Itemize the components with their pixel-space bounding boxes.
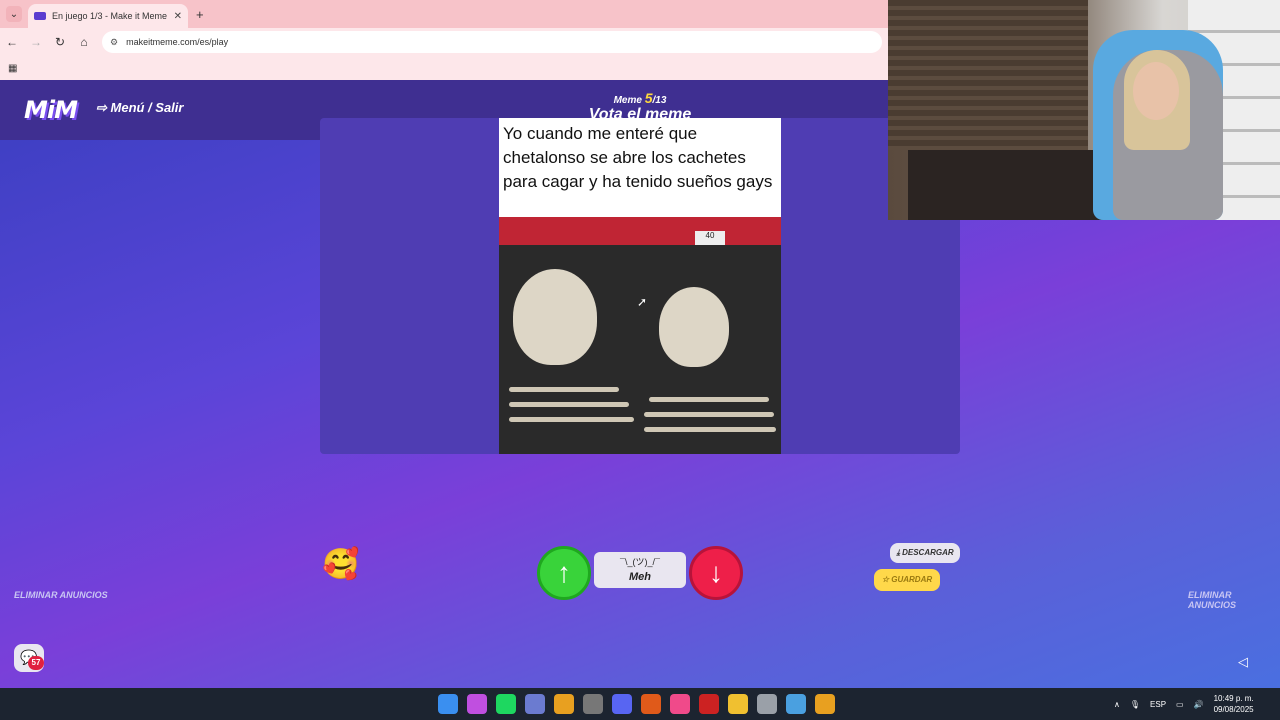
window-blinds xyxy=(888,0,1088,150)
taskbar-app-icon[interactable] xyxy=(728,694,748,714)
meme-image-skeletons: 40 xyxy=(499,217,781,454)
reload-icon[interactable]: ↻ xyxy=(48,35,72,49)
meh-button[interactable]: ¯\_(ツ)_/¯ Meh xyxy=(594,552,686,588)
rib xyxy=(649,397,769,402)
tab-list-chevron-icon[interactable]: ⌄ xyxy=(6,6,22,22)
taskbar-apps xyxy=(438,688,835,720)
volume-icon[interactable]: 🔊 xyxy=(1194,700,1204,709)
tab-close-icon[interactable]: ✕ xyxy=(174,11,182,22)
mouse-cursor-icon: ➚ xyxy=(637,295,648,309)
save-button[interactable]: ☆ GUARDAR xyxy=(874,569,940,591)
streamer-face xyxy=(1133,62,1179,120)
taskbar-app-icon[interactable] xyxy=(467,694,487,714)
clock-time: 10:49 p. m. xyxy=(1213,694,1254,703)
meme-current: 5 xyxy=(644,90,653,106)
meh-face: ¯\_(ツ)_/¯ xyxy=(620,557,660,567)
apps-grid-icon[interactable]: ▦ xyxy=(8,63,17,74)
system-tray: ∧ 🎙 ESP ▭ 🔊 10:49 p. m. 09/08/2025 xyxy=(1114,688,1254,720)
rib xyxy=(509,417,634,422)
remove-ads-left-link[interactable]: ELIMINAR ANUNCIOS xyxy=(14,590,108,600)
right-skull xyxy=(659,287,729,367)
tray-chevron-icon[interactable]: ∧ xyxy=(1114,700,1120,709)
meme-caption: Yo cuando me enteré que chetalonso se ab… xyxy=(503,124,773,191)
meh-label: Meh xyxy=(629,571,651,583)
meme-counter: Meme 5/13 xyxy=(560,90,720,106)
download-button[interactable]: ⤓ DESCARGAR xyxy=(890,543,960,563)
taskbar-app-icon[interactable] xyxy=(786,694,806,714)
taskbar-app-icon[interactable] xyxy=(525,694,545,714)
rib xyxy=(644,427,776,432)
meme-word: Meme xyxy=(613,95,642,106)
taskbar-app-icon[interactable] xyxy=(757,694,777,714)
favicon-icon xyxy=(34,12,46,20)
language-indicator[interactable]: ESP xyxy=(1150,700,1166,709)
speaker-mute-icon[interactable]: ◁ xyxy=(1238,654,1248,670)
desk xyxy=(908,150,1108,220)
chat-count-badge: 57 xyxy=(28,656,44,670)
address-bar[interactable]: ⚙ makeitmeme.com/es/play xyxy=(102,31,882,53)
vote-down-button[interactable]: ↓ xyxy=(689,546,743,600)
browser-toolbar: ← → ↻ ⌂ ⚙ makeitmeme.com/es/play xyxy=(0,28,888,56)
browser-tabbar: ⌄ En juego 1/3 - Make it Meme ✕ + xyxy=(0,0,888,28)
clock-date: 09/08/2025 xyxy=(1213,705,1254,714)
clock[interactable]: 10:49 p. m. 09/08/2025 xyxy=(1214,693,1254,715)
menu-exit-button[interactable]: ⇨ Menú / Salir xyxy=(96,100,183,116)
rib xyxy=(509,387,619,392)
streamer-webcam xyxy=(888,0,1280,220)
site-info-icon[interactable]: ⚙ xyxy=(110,37,118,48)
emoji-reaction-icon[interactable]: 🥰 xyxy=(322,546,360,584)
taskbar-app-icon[interactable] xyxy=(670,694,690,714)
home-icon[interactable]: ⌂ xyxy=(72,35,96,49)
left-skull xyxy=(513,269,597,365)
taskbar-app-icon[interactable] xyxy=(612,694,632,714)
taskbar-app-icon[interactable] xyxy=(699,694,719,714)
browser-tab[interactable]: En juego 1/3 - Make it Meme ✕ xyxy=(28,4,188,28)
bookmarks-bar: ▦ xyxy=(0,56,888,80)
new-tab-button[interactable]: + xyxy=(196,7,204,22)
mim-logo[interactable]: MiM xyxy=(24,96,78,124)
tab-title: En juego 1/3 - Make it Meme xyxy=(52,11,168,21)
taskbar-app-icon[interactable] xyxy=(554,694,574,714)
meme-total: /13 xyxy=(652,95,667,106)
rib xyxy=(644,412,774,417)
taskbar-app-icon[interactable] xyxy=(438,694,458,714)
rib xyxy=(509,402,629,407)
taskbar-app-icon[interactable] xyxy=(496,694,516,714)
network-icon[interactable]: ▭ xyxy=(1176,700,1184,709)
taskbar-app-icon[interactable] xyxy=(815,694,835,714)
price-tag: 40 xyxy=(695,231,725,245)
store-shelf xyxy=(499,217,781,245)
windows-taskbar: ∧ 🎙 ESP ▭ 🔊 10:49 p. m. 09/08/2025 xyxy=(0,688,1280,720)
microphone-icon[interactable]: 🎙 xyxy=(1130,700,1140,709)
meme-card: Yo cuando me enteré que chetalonso se ab… xyxy=(499,118,781,454)
url-text: makeitmeme.com/es/play xyxy=(126,37,229,47)
remove-ads-right-link[interactable]: ELIMINAR ANUNCIOS xyxy=(1188,590,1280,610)
forward-arrow-icon[interactable]: → xyxy=(24,35,48,49)
taskbar-app-icon[interactable] xyxy=(583,694,603,714)
vote-up-button[interactable]: ↑ xyxy=(537,546,591,600)
taskbar-app-icon[interactable] xyxy=(641,694,661,714)
back-arrow-icon[interactable]: ← xyxy=(0,35,24,49)
